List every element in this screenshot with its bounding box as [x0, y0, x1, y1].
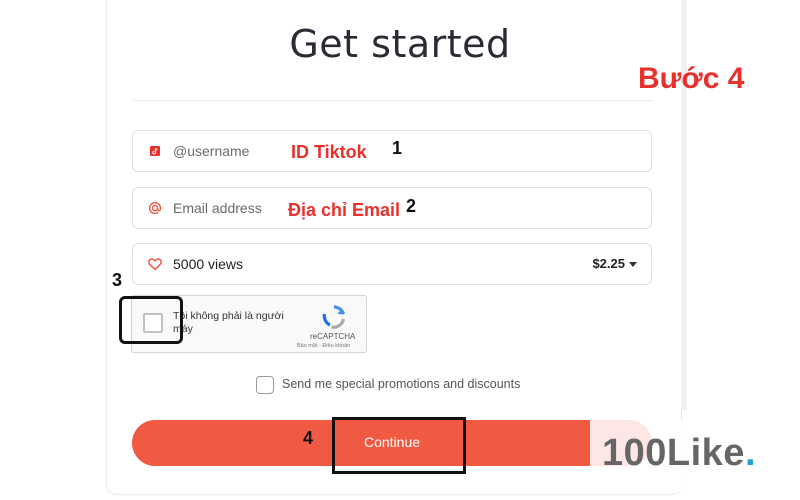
username-annotation: ID Tiktok	[291, 142, 367, 162]
views-value: 5000 views	[173, 256, 244, 272]
username-input[interactable]	[173, 140, 283, 162]
at-sign-icon	[147, 200, 163, 216]
watermark-dot: .	[744, 432, 757, 474]
chevron-down-icon	[629, 262, 637, 267]
step-number-1: 1	[392, 138, 403, 158]
email-annotation: Địa chỉ Email	[288, 200, 401, 220]
recaptcha-terms-link[interactable]: Bảo mật - Điều khoản	[297, 343, 350, 349]
price-value: $2.25	[592, 256, 625, 271]
step-label: Bước 4	[638, 62, 745, 95]
email-input[interactable]	[173, 197, 283, 219]
promotions-label: Send me special promotions and discounts	[282, 377, 521, 391]
page-title: Get started	[289, 22, 511, 66]
page-background	[0, 0, 105, 500]
recaptcha-label: Tôi không phải là người máy	[173, 310, 284, 335]
tiktok-icon	[147, 143, 163, 159]
step-3-highlight	[119, 296, 183, 344]
step-4-highlight	[332, 417, 466, 474]
promotions-checkbox[interactable]	[256, 376, 274, 394]
package-select[interactable]: 5000 views $2.25	[132, 243, 652, 285]
title-divider	[133, 100, 653, 101]
step-number-4: 4	[303, 428, 314, 448]
step-number-2: 2	[406, 196, 417, 216]
step-number-3: 3	[112, 270, 123, 290]
recaptcha-brand: reCAPTCHA	[310, 332, 356, 341]
heart-icon	[147, 256, 163, 272]
recaptcha-logo-icon	[320, 303, 348, 331]
watermark-text: 100Like	[602, 432, 745, 474]
watermark-logo: 100Like.	[602, 432, 756, 475]
